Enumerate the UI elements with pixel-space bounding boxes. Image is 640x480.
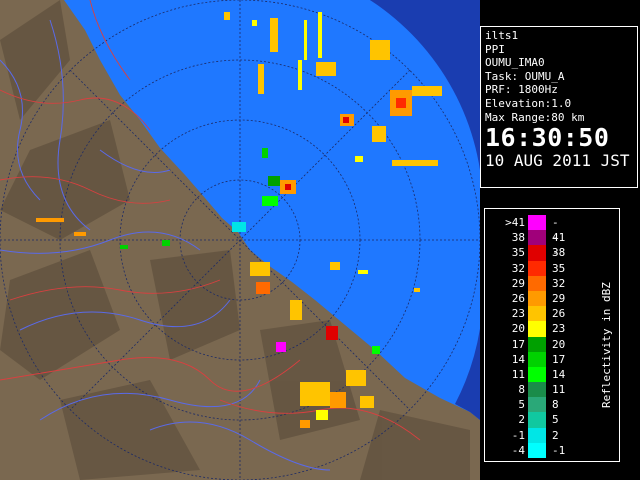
legend-upper-bound: 17 [552, 352, 566, 366]
legend-color-swatch [528, 382, 546, 398]
scan-date: 10 AUG 2011 JST [485, 151, 630, 171]
legend-lower-bound: 35 [511, 246, 525, 260]
legend-upper-bound: 2 [552, 428, 559, 442]
legend-upper-bound: 20 [552, 337, 566, 351]
legend-lower-bound: 20 [511, 322, 525, 336]
legend-upper-bound: 32 [552, 276, 566, 290]
legend-upper-bound: 5 [552, 413, 559, 427]
legend-upper-bound: 41 [552, 231, 566, 245]
legend-lower-bound: 23 [511, 307, 525, 321]
legend-lower-bound: -4 [511, 443, 525, 457]
legend-color-swatch [528, 351, 546, 367]
legend-lower-bound: 8 [518, 383, 525, 397]
legend-color-swatch [528, 366, 546, 383]
prf-value: PRF: 1800Hz [485, 83, 558, 97]
scan-mode: PPI [485, 42, 505, 56]
legend-lower-bound: 2 [518, 413, 525, 427]
legend-upper-bound: -1 [552, 443, 566, 457]
legend-color-swatch [528, 442, 546, 458]
legend-color-swatch [528, 275, 546, 291]
legend-upper-bound: 29 [552, 291, 566, 305]
legend-color-swatch [528, 321, 546, 337]
legend-color-swatch [528, 245, 546, 261]
legend-color-swatch [528, 427, 546, 443]
task-name: Task: OUMU_A [485, 69, 565, 83]
legend-lower-bound: 11 [511, 367, 525, 381]
legend-title: Reflectivity in dBZ [600, 282, 613, 408]
radar-ppi-map[interactable] [0, 0, 480, 480]
legend-color-swatch [528, 215, 546, 231]
legend-upper-bound: 14 [552, 367, 566, 381]
legend-upper-bound: 11 [552, 383, 566, 397]
legend-color-swatch [528, 290, 546, 307]
max-range-value: Max Range:80 km [485, 110, 585, 124]
legend-upper-bound: 8 [552, 398, 559, 412]
legend-lower-bound: >41 [505, 216, 525, 229]
legend-lower-bound: 32 [511, 261, 525, 275]
legend-color-swatch [528, 397, 546, 413]
legend-upper-bound: 26 [552, 307, 566, 321]
legend-color-swatch [528, 336, 546, 352]
scan-time: 16:30:50 [485, 123, 610, 153]
legend-color-swatch [528, 412, 546, 428]
legend-upper-bound: 35 [552, 261, 566, 275]
legend-color-swatch [528, 260, 546, 276]
legend-lower-bound: 38 [511, 231, 525, 245]
legend-lower-bound: -1 [511, 428, 525, 442]
scan-info-panel: ilts1 PPI OUMU_IMA0 Task: OUMU_A PRF: 18… [480, 26, 638, 188]
legend-lower-bound: 5 [518, 398, 525, 412]
scan-name: OUMU_IMA0 [485, 56, 545, 70]
site-name: ilts1 [485, 29, 519, 42]
elevation-value: Elevation:1.0 [485, 96, 572, 110]
legend-lower-bound: 17 [511, 337, 525, 351]
legend-upper-bound: 23 [552, 322, 566, 336]
legend-color-swatch [528, 230, 546, 246]
legend-color-swatch [528, 306, 546, 322]
legend-lower-bound: 29 [511, 276, 525, 290]
legend-lower-bound: 14 [511, 352, 525, 366]
legend-upper-bound: 38 [552, 246, 566, 260]
legend-lower-bound: 26 [511, 291, 525, 305]
